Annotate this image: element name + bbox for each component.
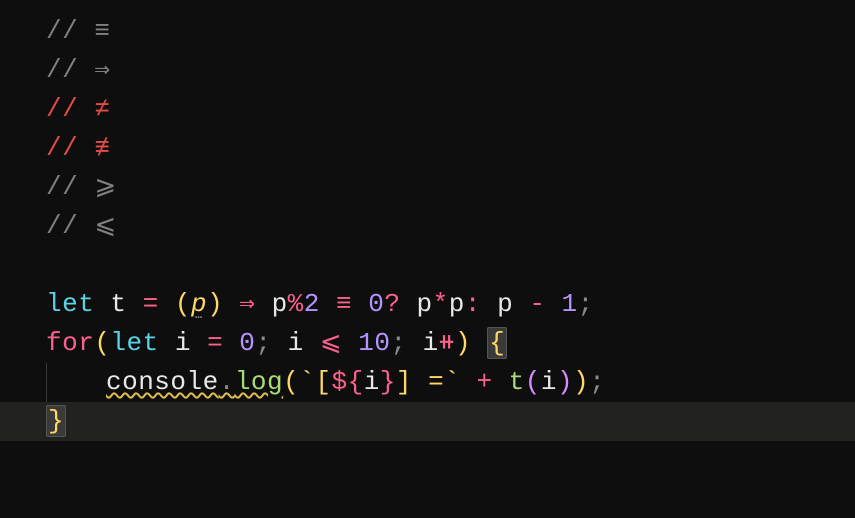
let-keyword: let — [110, 328, 158, 358]
indent-guide — [46, 363, 106, 402]
template-backtick: ` — [299, 367, 315, 397]
var-p: p — [417, 289, 433, 319]
ligature-neq: ≠ — [94, 94, 110, 124]
comment-slashes: // — [46, 133, 78, 163]
template-backtick: ` — [444, 367, 460, 397]
semicolon: ; — [589, 367, 605, 397]
comment-slashes: // — [46, 211, 78, 241]
star-op: * — [433, 289, 449, 319]
assign-op: = — [143, 289, 159, 319]
function-call-t: t — [509, 367, 525, 397]
template-expr-close: } — [380, 367, 396, 397]
comment-line-3: // ≠ — [46, 90, 855, 129]
comment-line-2: // ⇒ — [46, 51, 855, 90]
semicolon: ; — [578, 289, 594, 319]
number-10: 10 — [358, 328, 390, 358]
identity-op: ≡ — [336, 289, 352, 319]
var-p: p — [449, 289, 465, 319]
template-text: = — [412, 367, 444, 397]
ligature-gte: ⩾ — [94, 172, 116, 202]
current-line-highlight — [0, 402, 855, 441]
let-keyword: let — [46, 289, 94, 319]
variable-t: t — [110, 289, 126, 319]
template-bracket: [ — [315, 367, 331, 397]
ternary-colon: : — [465, 289, 481, 319]
assign-op: = — [207, 328, 223, 358]
increment-op: ⧺ — [439, 328, 455, 358]
paren-close: ) — [573, 367, 589, 397]
console-log-line[interactable]: console.log(`[${i}] =` + t(i)); — [46, 363, 855, 402]
template-bracket: ] — [396, 367, 412, 397]
ligature-lte: ⩽ — [94, 211, 116, 241]
paren-open: ( — [525, 367, 541, 397]
comment-slashes: // — [46, 55, 78, 85]
dot: . — [219, 367, 235, 397]
number-1: 1 — [562, 289, 578, 319]
brace-close-matched: } — [46, 405, 66, 437]
comment-slashes: // — [46, 172, 78, 202]
for-keyword: for — [46, 328, 94, 358]
comment-line-5: // ⩾ — [46, 168, 855, 207]
number-0: 0 — [239, 328, 255, 358]
paren-close: ) — [207, 289, 223, 319]
ligature-arrow: ⇒ — [94, 55, 110, 85]
param-p: p — [191, 289, 207, 319]
variable-i: i — [175, 328, 191, 358]
paren-open: ( — [94, 328, 110, 358]
comment-slashes: // — [46, 16, 78, 46]
paren-open: ( — [283, 367, 299, 397]
for-loop-line[interactable]: for(let i = 0; i ⩽ 10; i⧺) { — [46, 324, 855, 363]
arrow-op: ⇒ — [239, 289, 255, 319]
number-2: 2 — [304, 289, 320, 319]
ternary-q: ? — [384, 289, 400, 319]
semicolon: ; — [390, 328, 406, 358]
closing-brace-line[interactable]: } — [46, 402, 855, 441]
number-0: 0 — [368, 289, 384, 319]
paren-close: ) — [557, 367, 573, 397]
semicolon: ; — [255, 328, 271, 358]
plus-op: + — [476, 367, 492, 397]
ligature-nidentity: ≢ — [94, 133, 110, 163]
variable-i: i — [288, 328, 304, 358]
comment-line-1: // ≡ — [46, 12, 855, 51]
paren-open: ( — [175, 289, 191, 319]
lte-op: ⩽ — [320, 328, 342, 358]
template-expr-open: ${ — [331, 367, 363, 397]
log-method: log — [235, 367, 283, 397]
comment-line-6: // ⩽ — [46, 207, 855, 246]
comment-slashes: // — [46, 94, 78, 124]
console-object: console — [106, 367, 219, 397]
variable-i: i — [364, 367, 380, 397]
var-p: p — [497, 289, 513, 319]
var-p: p — [272, 289, 288, 319]
let-declaration-line[interactable]: let t = (p) ⇒ p%2 ≡ 0? p*p: p - 1; — [46, 285, 855, 324]
paren-close: ) — [455, 328, 471, 358]
ligature-identity: ≡ — [94, 16, 110, 46]
brace-open-matched: { — [487, 327, 507, 359]
mod-op: % — [288, 289, 304, 319]
variable-i: i — [423, 328, 439, 358]
comment-line-4: // ≢ — [46, 129, 855, 168]
variable-i: i — [541, 367, 557, 397]
blank-line — [46, 246, 855, 285]
minus-op: - — [529, 289, 545, 319]
